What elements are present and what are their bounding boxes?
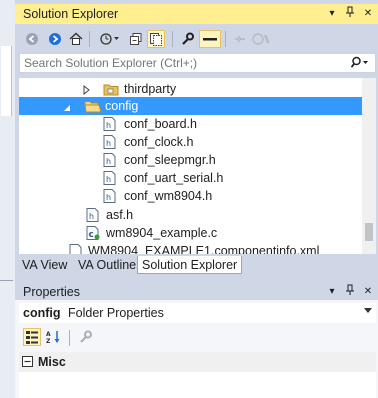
- pin-icon[interactable]: [343, 6, 357, 21]
- xml-file-icon: [69, 244, 82, 254]
- solution-explorer-search: [19, 53, 376, 73]
- sync-with-document-icon[interactable]: [231, 30, 249, 48]
- tree-item-file[interactable]: h conf_uart_serial.h: [19, 169, 362, 187]
- svg-text:h: h: [106, 175, 111, 184]
- window-position-dropdown-icon[interactable]: ▾: [325, 284, 339, 299]
- tree-item-file[interactable]: h conf_wm8904.h: [19, 187, 362, 205]
- object-name: config: [23, 306, 61, 320]
- svg-text:Z: Z: [46, 338, 51, 344]
- search-icon[interactable]: [350, 56, 369, 73]
- expand-arrow-icon[interactable]: [83, 84, 91, 98]
- property-pages-wrench-icon[interactable]: [76, 328, 94, 346]
- back-icon[interactable]: [23, 30, 41, 48]
- tree-item-label: asf.h: [106, 208, 134, 222]
- tree-item-label: wm8904_example.c: [106, 226, 218, 240]
- pending-changes-filter-icon[interactable]: [97, 30, 123, 48]
- tab-va-view[interactable]: VA View: [18, 256, 71, 274]
- property-grid: Misc: [19, 352, 376, 398]
- solution-explorer-titlebar[interactable]: Solution Explorer ▾ ✕: [15, 4, 378, 24]
- collapse-category-icon[interactable]: [22, 356, 33, 370]
- scrollbar-thumb[interactable]: [365, 223, 373, 241]
- header-file-icon: h: [103, 117, 116, 134]
- tree-item-file[interactable]: WM8904_EXAMPLE1.componentinfo.xml: [19, 242, 362, 254]
- alphabetical-sort-icon[interactable]: AZ: [45, 328, 63, 346]
- header-file-icon: h: [103, 135, 116, 152]
- tree-item-file[interactable]: h conf_sleepmgr.h: [19, 151, 362, 169]
- tree-item-label: WM8904_EXAMPLE1.componentinfo.xml: [88, 244, 320, 254]
- tree-item-label: thirdparty: [124, 82, 177, 96]
- chevron-down-icon[interactable]: [364, 308, 372, 313]
- pin-icon[interactable]: [343, 284, 357, 299]
- object-type: Folder Properties: [68, 306, 164, 320]
- svg-text:h: h: [106, 157, 111, 166]
- tree-item-file[interactable]: h conf_board.h: [19, 115, 362, 133]
- close-icon[interactable]: ✕: [361, 6, 375, 21]
- left-dock-marker: [1, 46, 12, 116]
- tree-item-file[interactable]: h asf.h: [19, 206, 362, 224]
- solution-explorer-title: Solution Explorer: [23, 7, 119, 21]
- tree-item-label: config: [105, 99, 139, 113]
- tab-solution-explorer[interactable]: Solution Explorer: [137, 256, 243, 274]
- class-view-icon[interactable]: [251, 30, 273, 48]
- svg-text:h: h: [106, 121, 111, 130]
- window-position-dropdown-icon[interactable]: ▾: [325, 6, 339, 21]
- toolbar-separator: [225, 31, 226, 47]
- properties-toolbar: AZ: [19, 326, 376, 348]
- left-dock-divider: [0, 280, 13, 281]
- close-icon[interactable]: ✕: [361, 284, 375, 299]
- tree-item-thirdparty[interactable]: thirdparty: [19, 80, 362, 98]
- show-all-files-icon[interactable]: [147, 30, 165, 48]
- c-source-file-icon: c: [86, 226, 100, 243]
- properties-title: Properties: [23, 285, 80, 299]
- header-file-icon: h: [86, 208, 99, 225]
- properties-object-selector[interactable]: config Folder Properties: [19, 303, 376, 323]
- tree-item-label: conf_board.h: [124, 117, 197, 131]
- property-category-label: Misc: [38, 355, 66, 369]
- search-input[interactable]: [24, 55, 344, 71]
- tab-va-outline[interactable]: VA Outline: [74, 256, 140, 274]
- property-category-misc[interactable]: Misc: [19, 352, 376, 372]
- header-file-icon: h: [103, 153, 116, 170]
- toolbar-separator: [69, 330, 70, 346]
- tree-item-config[interactable]: config: [19, 97, 362, 115]
- properties-wrench-icon[interactable]: [178, 30, 196, 48]
- header-file-icon: h: [103, 171, 116, 188]
- tree-item-label: conf_uart_serial.h: [124, 171, 224, 185]
- properties-titlebar[interactable]: Properties ▾ ✕: [15, 282, 378, 302]
- collapse-all-icon[interactable]: [127, 30, 145, 48]
- svg-text:h: h: [89, 212, 94, 221]
- svg-text:c: c: [89, 230, 94, 240]
- header-file-icon: h: [103, 189, 116, 206]
- svg-text:h: h: [106, 139, 111, 148]
- left-dock-strip: [0, 0, 15, 398]
- solution-explorer-toolbar: [15, 26, 378, 52]
- tree-item-file[interactable]: c wm8904_example.c: [19, 224, 362, 242]
- collapse-arrow-icon[interactable]: [63, 101, 71, 115]
- forward-icon[interactable]: [46, 30, 64, 48]
- toolbar-separator: [172, 31, 173, 47]
- tree-item-label: conf_clock.h: [124, 135, 194, 149]
- open-folder-icon: [84, 99, 102, 116]
- tree-item-label: conf_sleepmgr.h: [124, 153, 216, 167]
- categorized-view-icon[interactable]: [23, 328, 41, 346]
- solution-explorer-tabs: VA View VA Outline Solution Explorer: [15, 254, 378, 274]
- solution-tree: thirdparty config h conf_board.h h conf_…: [19, 78, 362, 254]
- preview-selected-items-icon[interactable]: [199, 30, 221, 48]
- tree-scrollbar[interactable]: [362, 78, 376, 254]
- tree-item-file[interactable]: h conf_clock.h: [19, 133, 362, 151]
- toolbar-separator: [89, 31, 90, 47]
- tree-item-label: conf_wm8904.h: [124, 189, 213, 203]
- home-icon[interactable]: [67, 30, 85, 48]
- svg-text:h: h: [106, 193, 111, 202]
- svg-text:A: A: [46, 331, 51, 338]
